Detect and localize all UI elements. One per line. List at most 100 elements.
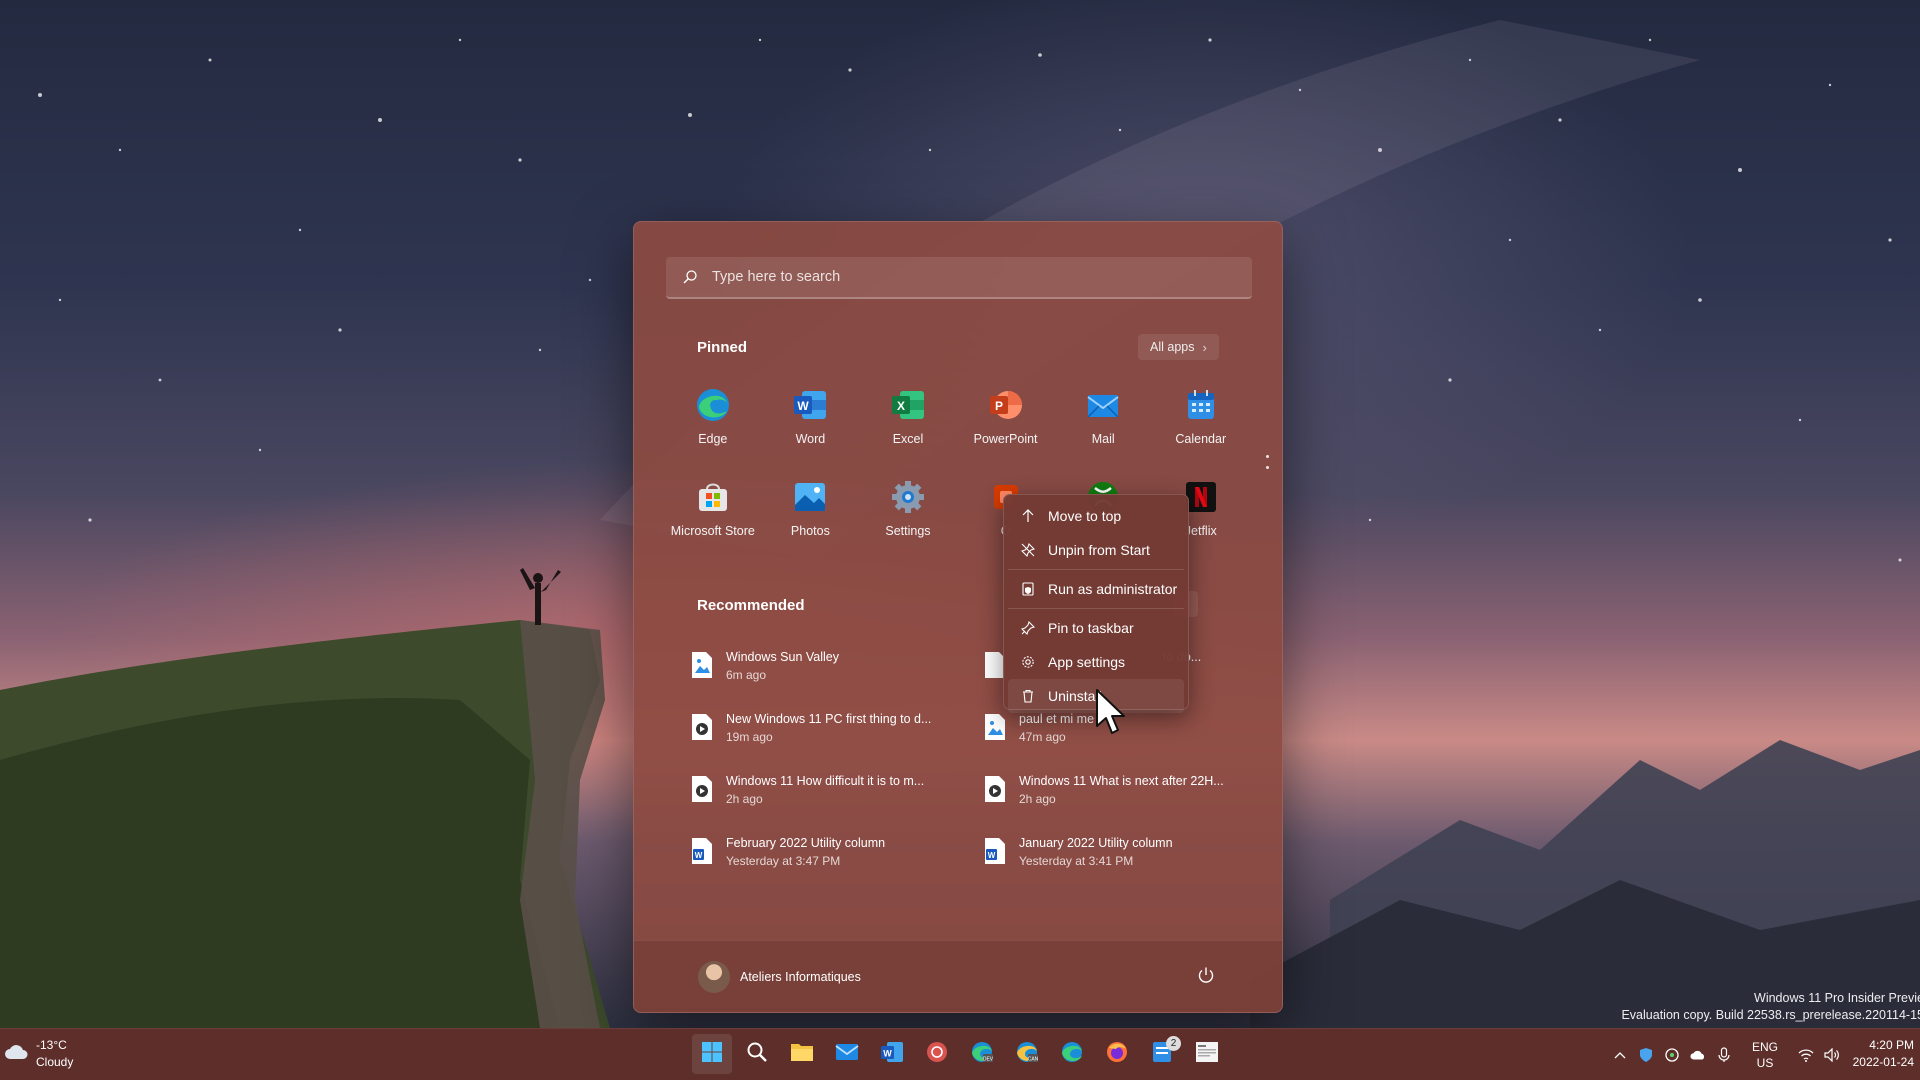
menu-item-move-to-top[interactable]: Move to top [1008, 499, 1184, 533]
unpin-icon [1020, 542, 1036, 558]
recommended-item[interactable]: New Windows 11 PC first thing to d... 19m… [690, 704, 983, 766]
taskbar-notes[interactable]: 2 [1142, 1034, 1182, 1074]
word-file-icon: W [983, 836, 1007, 866]
search-icon [682, 267, 702, 287]
taskbar-word[interactable]: W [872, 1034, 912, 1074]
recommended-item-name: New Windows 11 PC first thing to d... [726, 712, 932, 726]
pin-icon [1020, 620, 1036, 636]
app-label: Excel [892, 432, 924, 446]
svg-text:X: X [897, 399, 905, 413]
svg-text:P: P [995, 399, 1003, 413]
all-apps-label: All apps [1150, 340, 1195, 354]
app-label: Edge [698, 432, 728, 446]
svg-text:W: W [695, 851, 703, 860]
photos-icon [791, 478, 829, 516]
power-icon [1197, 966, 1215, 989]
trash-icon [1020, 688, 1036, 704]
pinned-app-settings[interactable]: Settings [859, 474, 957, 566]
menu-item-pin-to-taskbar[interactable]: Pin to taskbar [1008, 611, 1184, 645]
taskbar-search-button[interactable] [737, 1034, 777, 1074]
recommended-item[interactable]: Windows 11 What is next after 22H... 2h a… [983, 766, 1250, 828]
menu-item-label: Uninstall [1048, 688, 1102, 704]
menu-item-app-settings[interactable]: App settings [1008, 645, 1184, 679]
taskbar-document-viewer[interactable] [1187, 1034, 1227, 1074]
volume-icon[interactable] [1824, 1047, 1840, 1063]
clock[interactable]: 4:20 PM 2022-01-24 [1848, 1037, 1914, 1071]
taskbar-mail[interactable] [827, 1034, 867, 1074]
svg-text:CAN: CAN [1028, 1056, 1039, 1062]
onedrive-icon[interactable] [1690, 1047, 1706, 1063]
recommended-item-time: 2h ago [1019, 792, 1056, 806]
app-label: Word [795, 432, 826, 446]
app-badge-icon [926, 1041, 948, 1068]
taskbar-edge[interactable] [1052, 1034, 1092, 1074]
power-button[interactable] [1190, 961, 1222, 993]
excel-icon: X [889, 386, 927, 424]
avatar [698, 961, 730, 993]
recommended-item[interactable]: Windows Sun Valley 6m ago [690, 642, 983, 704]
all-apps-button[interactable]: All apps › [1138, 334, 1219, 360]
taskbar-apps: W DEV CAN 2 [692, 1034, 1227, 1074]
notification-badge: 2 [1166, 1036, 1181, 1051]
word-file-icon: W [690, 836, 714, 866]
calendar-icon [1182, 386, 1220, 424]
cloud-icon [4, 1043, 28, 1066]
user-account-button[interactable]: Ateliers Informatiques [698, 959, 861, 995]
svg-text:W: W [988, 851, 996, 860]
taskbar-file-explorer[interactable] [782, 1034, 822, 1074]
windows-logo-icon [701, 1041, 723, 1068]
menu-separator [1008, 569, 1184, 570]
app-label: Jetflix [1184, 524, 1217, 538]
taskbar-edge-dev[interactable]: DEV [962, 1034, 1002, 1074]
pinned-app-calendar[interactable]: Calendar [1152, 382, 1250, 474]
recommended-item-name: Windows Sun Valley [726, 650, 840, 664]
recommended-heading: Recommended [697, 597, 805, 614]
pinned-page-indicator[interactable] [1266, 455, 1270, 477]
pinned-app-photos[interactable]: Photos [762, 474, 860, 566]
taskbar: -13°C Cloudy W DEV CAN 2 ENG US 4:20 PM … [0, 1028, 1920, 1080]
recommended-item[interactable]: W January 2022 Utility column Yesterday a… [983, 828, 1250, 890]
search-input[interactable] [712, 269, 1232, 285]
microphone-icon[interactable] [1716, 1047, 1732, 1063]
pinned-app-mail[interactable]: Mail [1054, 382, 1152, 474]
pinned-app-powerpoint[interactable]: P PowerPoint [957, 382, 1055, 474]
recommended-item-time: 2h ago [726, 792, 763, 806]
recommended-item-name: Windows 11 What is next after 22H... [1019, 774, 1224, 788]
keyboard-region: US [1756, 1056, 1774, 1070]
edge-icon [694, 386, 732, 424]
recommended-item[interactable]: Windows 11 How difficult it is to m... 2h… [690, 766, 983, 828]
start-footer: Ateliers Informatiques [634, 940, 1282, 1012]
mail-icon [835, 1042, 859, 1067]
gear-icon [1020, 654, 1036, 670]
taskbar-firefox[interactable] [1097, 1034, 1137, 1074]
start-button[interactable] [692, 1034, 732, 1074]
powerpoint-icon: P [987, 386, 1025, 424]
sync-icon[interactable] [1664, 1047, 1680, 1063]
document-viewer-icon [1195, 1040, 1219, 1069]
menu-item-run-as-administrator[interactable]: Run as administrator [1008, 572, 1184, 606]
pinned-app-microsoft-store[interactable]: Microsoft Store [664, 474, 762, 566]
pinned-app-excel[interactable]: X Excel [859, 382, 957, 474]
pinned-app-word[interactable]: W Word [762, 382, 860, 474]
app-context-menu: Move to top Unpin from Start Run as admi… [1003, 494, 1189, 713]
video-file-icon [983, 774, 1007, 804]
taskbar-app-red[interactable] [917, 1034, 957, 1074]
word-icon: W [880, 1040, 904, 1069]
recommended-item-time: Yesterday at 3:41 PM [1019, 854, 1134, 868]
defender-icon[interactable] [1638, 1047, 1654, 1063]
chevron-up-icon[interactable] [1612, 1047, 1628, 1063]
recommended-item[interactable]: W February 2022 Utility column Yesterday … [690, 828, 983, 890]
evaluation-watermark: Windows 11 Pro Insider Previe Evaluation… [1621, 990, 1920, 1024]
app-label: Settings [885, 524, 931, 538]
recommended-item-name: February 2022 Utility column [726, 836, 886, 850]
menu-item-unpin-from-start[interactable]: Unpin from Start [1008, 533, 1184, 567]
wifi-icon[interactable] [1798, 1047, 1814, 1063]
edge-canary-icon: CAN [1015, 1040, 1039, 1069]
taskbar-edge-canary[interactable]: CAN [1007, 1034, 1047, 1074]
weather-widget[interactable]: -13°C Cloudy [4, 1037, 73, 1071]
svg-text:W: W [883, 1048, 892, 1058]
language-indicator[interactable]: ENG US [1752, 1039, 1778, 1071]
start-search-box[interactable] [666, 257, 1252, 299]
pinned-app-edge[interactable]: Edge [664, 382, 762, 474]
weather-condition: Cloudy [36, 1055, 74, 1069]
